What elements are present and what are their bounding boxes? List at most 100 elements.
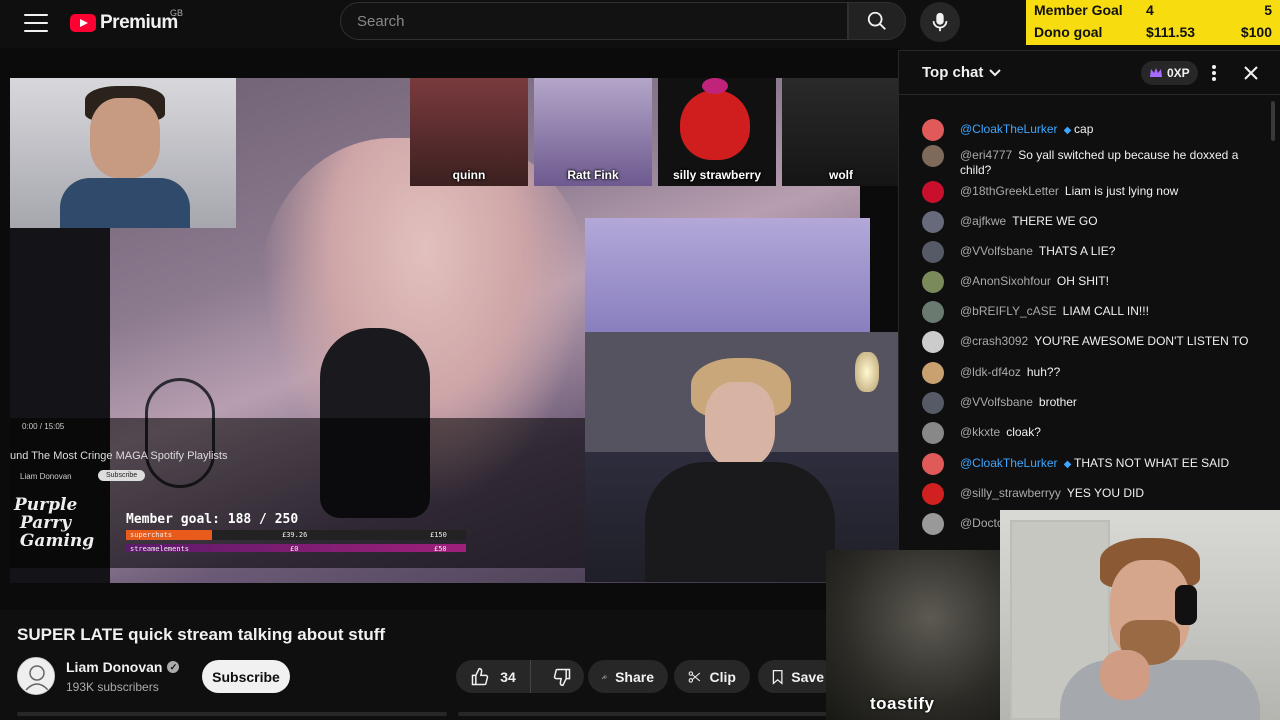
clip-label: Clip [709, 668, 736, 685]
chat-avatar[interactable] [922, 181, 944, 203]
subscribe-button[interactable]: Subscribe [202, 660, 290, 693]
channel-avatar[interactable] [17, 657, 55, 695]
inner-player-overlay: 0:00 / 15:05 und The Most Cringe MAGA Sp… [10, 418, 585, 568]
chat-author[interactable]: @ajfkwe [960, 214, 1006, 228]
video-player[interactable]: quinn Ratt Fink silly strawberry wolf 0:… [0, 48, 900, 610]
share-label: Share [615, 668, 654, 685]
chat-author[interactable]: @kkxte [960, 425, 1000, 439]
chat-message: @kkxte cloak? [922, 422, 1272, 444]
chat-message: @silly_strawberryy YES YOU DID [922, 483, 1272, 505]
chat-message-body: @kkxte cloak? [960, 425, 1272, 444]
caller-avatars: quinn Ratt Fink silly strawberry wolf [410, 78, 900, 186]
voice-search-button[interactable] [920, 2, 960, 42]
chat-avatar[interactable] [922, 145, 944, 167]
chat-avatar[interactable] [922, 453, 944, 475]
chat-avatar[interactable] [922, 362, 944, 384]
dislike-button[interactable] [539, 660, 584, 693]
description-bar [17, 712, 447, 716]
like-dislike-group: 34 [456, 660, 584, 693]
chat-author[interactable]: @silly_strawberryy [960, 486, 1061, 500]
streamelements-value: £0 [290, 545, 299, 553]
chat-author[interactable]: @CloakTheLurker [960, 456, 1058, 470]
webcam-top-left [10, 78, 236, 228]
chat-author[interactable]: @18thGreekLetter [960, 184, 1059, 198]
inner-time: 0:00 / 15:05 [22, 422, 65, 431]
chat-text: YOU'RE AWESOME DON'T LISTEN TO [1034, 334, 1249, 348]
webcam-bottom-right [585, 332, 898, 582]
chat-mode-dropdown[interactable]: Top chat [922, 64, 1002, 81]
chat-avatar[interactable] [922, 422, 944, 444]
streamelements-max: £50 [434, 545, 447, 553]
chat-message-body: @ajfkwe THERE WE GO [960, 214, 1272, 233]
superchat-value: £39.26 [282, 531, 308, 539]
chat-avatar[interactable] [922, 119, 944, 141]
search-box[interactable] [340, 2, 848, 40]
like-button[interactable]: 34 [456, 660, 532, 693]
share-icon [602, 674, 607, 679]
chat-message-body: @silly_strawberryy YES YOU DID [960, 486, 1272, 505]
clip-button[interactable]: Clip [674, 660, 750, 693]
avatar-label: Ratt Fink [567, 168, 619, 182]
chat-message-body: @CloakTheLurker ◆ THATS NOT WHAT EE SAID [960, 456, 1272, 475]
close-icon[interactable] [1241, 63, 1261, 83]
chat-author[interactable]: @eri4777 [960, 148, 1012, 162]
person-body [60, 178, 190, 228]
chat-message: @AnonSixohfour OH SHIT! [922, 271, 1272, 293]
subscriber-count: 193K subscribers [66, 680, 159, 694]
dono-goal-max: $100 [1240, 24, 1272, 40]
chat-more-icon[interactable] [1207, 63, 1221, 83]
headset-shape [1175, 585, 1197, 625]
streamelements-label: streamelements [130, 545, 190, 553]
menu-icon[interactable] [24, 14, 48, 32]
dono-goal-value: $111.53 [1146, 24, 1196, 40]
lamp-shape [855, 352, 879, 392]
chat-message-body: @CloakTheLurker ◆ cap [960, 122, 1272, 141]
logo-text: Premium [100, 12, 178, 33]
chat-message: @eri4777 So yall switched up because he d… [922, 145, 1272, 178]
channel-name-text[interactable]: Liam Donovan [66, 659, 162, 675]
chat-text: huh?? [1026, 365, 1061, 379]
chat-text: Liam is just lying now [1064, 184, 1179, 198]
chat-message: @CloakTheLurker ◆ THATS NOT WHAT EE SAID [922, 453, 1272, 475]
chat-avatar[interactable] [922, 483, 944, 505]
chat-avatar[interactable] [922, 211, 944, 233]
search-input[interactable] [357, 12, 847, 30]
chat-avatar[interactable] [922, 331, 944, 353]
xp-badge[interactable]: 0XP [1141, 61, 1198, 85]
channel-name[interactable]: Liam Donovan ✓ [66, 659, 180, 675]
chat-author[interactable]: @AnonSixohfour [960, 274, 1051, 288]
chat-avatar[interactable] [922, 241, 944, 263]
chat-message: @crash3092 YOU'RE AWESOME DON'T LISTEN TO [922, 331, 1272, 353]
share-button[interactable]: Share [588, 660, 668, 693]
superchat-max: £150 [430, 531, 447, 539]
chat-author[interactable]: @VVolfsbane [960, 395, 1033, 409]
chat-message: @18thGreekLetter Liam is just lying now [922, 181, 1272, 203]
youtube-logo[interactable]: Premium [70, 10, 178, 36]
chat-author[interactable]: @ldk-df4oz [960, 365, 1021, 379]
chat-message-body: @AnonSixohfour OH SHIT! [960, 274, 1272, 293]
member-goal-label: Member Goal [1034, 2, 1123, 18]
chat-avatar[interactable] [922, 392, 944, 414]
chat-author[interactable]: @bREIFLY_cASE [960, 304, 1057, 318]
chat-author[interactable]: @Docto [960, 516, 1004, 530]
chat-message: @bREIFLY_cASE LIAM CALL IN!!! [922, 301, 1272, 323]
chat-message-body: @bREIFLY_cASE LIAM CALL IN!!! [960, 304, 1272, 323]
person-hand [1100, 650, 1150, 700]
avatar-label: silly strawberry [672, 168, 762, 182]
inner-video-title: und The Most Cringe MAGA Spotify Playlis… [10, 450, 228, 462]
inner-channel: Liam Donovan [20, 472, 72, 481]
toastify-label: toastify [870, 694, 935, 713]
chat-text: THERE WE GO [1012, 214, 1098, 228]
chat-avatar[interactable] [922, 301, 944, 323]
chat-avatar[interactable] [922, 513, 944, 535]
chat-message-body: @VVolfsbane THATS A LIE? [960, 244, 1272, 263]
purple-parry-gaming-logo: Purple Parry Gaming [14, 495, 95, 551]
chat-author[interactable]: @CloakTheLurker [960, 122, 1058, 136]
chat-author[interactable]: @crash3092 [960, 334, 1028, 348]
chat-avatar[interactable] [922, 271, 944, 293]
chat-author[interactable]: @VVolfsbane [960, 244, 1033, 258]
chat-header: Top chat 0XP [899, 51, 1280, 95]
avatar-ratt-fink: Ratt Fink [534, 78, 652, 186]
search-button[interactable] [848, 2, 906, 40]
video-title: SUPER LATE quick stream talking about st… [17, 625, 386, 644]
